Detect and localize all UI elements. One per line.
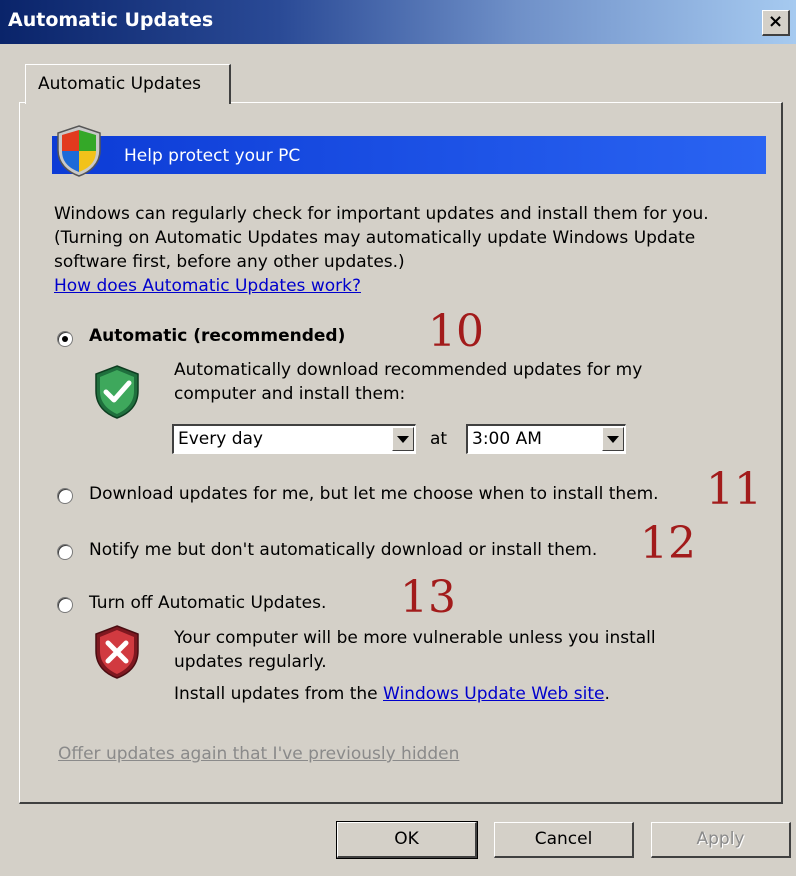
at-label: at — [430, 429, 448, 449]
download-label[interactable]: Download updates for me, but let me choo… — [89, 484, 659, 504]
install-suffix: . — [604, 684, 610, 704]
description-line-2: (Turning on Automatic Updates may automa… — [54, 228, 696, 248]
automatic-desc-line-2: computer and install them: — [174, 384, 406, 404]
description-line-3: software first, before any other updates… — [54, 252, 405, 272]
time-select[interactable]: 3:00 AM — [466, 424, 626, 454]
tab-automatic-updates[interactable]: Automatic Updates — [25, 64, 231, 104]
chevron-down-icon[interactable] — [392, 427, 414, 451]
automatic-desc-line-1: Automatically download recommended updat… — [174, 360, 643, 380]
close-button[interactable]: × — [762, 10, 790, 36]
marker-11: 11 — [706, 464, 762, 515]
close-icon: × — [767, 11, 784, 32]
tab-label: Automatic Updates — [38, 74, 202, 94]
description-line-1: Windows can regularly check for importan… — [54, 204, 709, 224]
notify-radio[interactable] — [57, 544, 73, 560]
title-bar[interactable]: Automatic Updates — [0, 0, 796, 44]
windows-update-link[interactable]: Windows Update Web site — [383, 684, 604, 704]
description: Windows can regularly check for importan… — [54, 202, 774, 274]
how-it-works-link[interactable]: How does Automatic Updates work? — [54, 276, 361, 296]
turn-off-warning: Your computer will be more vulnerable un… — [174, 626, 656, 674]
install-prefix: Install updates from the — [174, 684, 384, 704]
automatic-radio[interactable] — [57, 331, 73, 347]
windows-shield-icon — [57, 125, 101, 177]
marker-10: 10 — [428, 306, 484, 357]
ok-button[interactable]: OK — [336, 821, 478, 859]
install-updates-text: Install updates from the Windows Update … — [174, 682, 610, 706]
automatic-description: Automatically download recommended updat… — [174, 358, 642, 406]
chevron-down-icon[interactable] — [602, 427, 624, 451]
frequency-value: Every day — [178, 429, 263, 449]
cancel-button[interactable]: Cancel — [494, 822, 634, 858]
offer-hidden-updates-link[interactable]: Offer updates again that I've previously… — [58, 744, 459, 764]
marker-12: 12 — [640, 518, 696, 569]
turn-off-label[interactable]: Turn off Automatic Updates. — [89, 593, 326, 613]
turn-off-radio[interactable] — [57, 597, 73, 613]
warning-line-2: updates regularly. — [174, 652, 327, 672]
banner-title: Help protect your PC — [124, 146, 301, 166]
marker-13: 13 — [400, 572, 456, 623]
red-x-shield-icon — [95, 625, 139, 679]
frequency-select[interactable]: Every day — [172, 424, 416, 454]
time-value: 3:00 AM — [472, 429, 542, 449]
green-check-shield-icon — [95, 365, 139, 419]
automatic-label[interactable]: Automatic (recommended) — [89, 326, 345, 346]
notify-label[interactable]: Notify me but don't automatically downlo… — [89, 540, 597, 560]
apply-button[interactable]: Apply — [651, 822, 791, 858]
window-title: Automatic Updates — [8, 9, 214, 31]
download-radio[interactable] — [57, 488, 73, 504]
warning-line-1: Your computer will be more vulnerable un… — [174, 628, 656, 648]
